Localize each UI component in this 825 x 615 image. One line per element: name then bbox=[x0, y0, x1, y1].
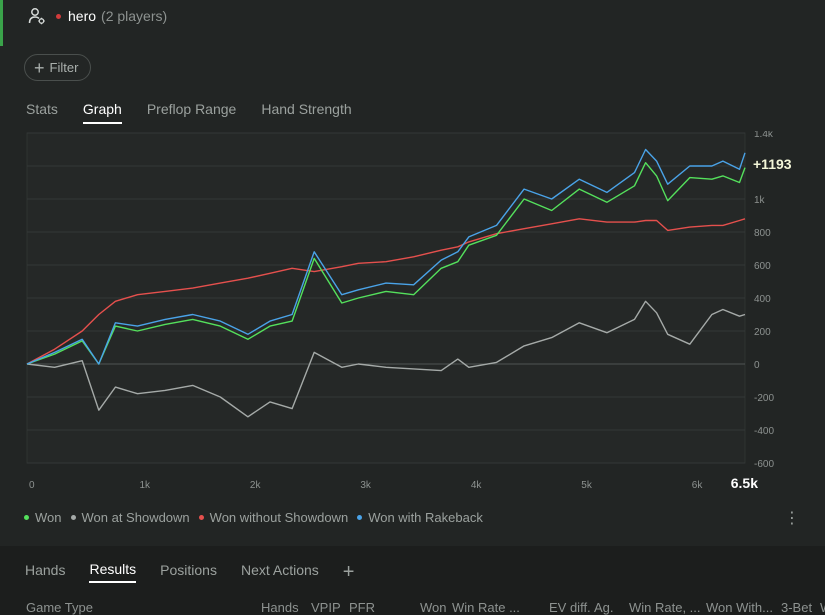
legend-swatch-won-with-rakeback bbox=[357, 515, 363, 520]
x-tick-label: 4k bbox=[471, 480, 483, 491]
session-header: hero (2 players) bbox=[28, 6, 167, 26]
filter-label: Filter bbox=[49, 60, 79, 75]
results-graph-svg: 1.4k 1k 800 600 400 200 0 -200 -400 -600 0 1k 2k 3k 4k… bbox=[26, 129, 792, 491]
tab-hand-strength[interactable]: Hand Strength bbox=[261, 101, 351, 124]
players-count: (2 players) bbox=[101, 8, 168, 24]
legend-swatch-won-at-showdown bbox=[70, 515, 76, 520]
legend-swatch-won-without-showdown bbox=[198, 515, 204, 520]
tab-next-actions[interactable]: Next Actions bbox=[241, 562, 319, 582]
tab-graph[interactable]: Graph bbox=[82, 101, 122, 124]
legend-item-won-without-showdown[interactable]: Won without Showdown bbox=[198, 510, 349, 525]
hero-name[interactable]: hero bbox=[68, 8, 96, 24]
column-header-w[interactable]: W bbox=[820, 600, 825, 615]
status-dot bbox=[56, 13, 61, 19]
tab-results[interactable]: Results bbox=[89, 561, 137, 583]
column-header-3-bet[interactable]: 3-Bet bbox=[781, 600, 812, 615]
results-graph[interactable]: 1.4k 1k 800 600 400 200 0 -200 -400 -600 0 1k 2k 3k 4k… bbox=[25, 129, 825, 501]
results-tabs: Hands Results Positions Next Actions + bbox=[25, 561, 354, 583]
y-tick-label: -200 bbox=[754, 393, 774, 404]
legend-label-won-without-showdown: Won without Showdown bbox=[209, 510, 349, 525]
table-header-row: Game Type Hands VPIP PFR Won Win Rate ..… bbox=[0, 600, 825, 615]
active-accent-bar bbox=[0, 0, 3, 46]
legend-item-won-with-rakeback[interactable]: Won with Rakeback bbox=[357, 510, 483, 525]
y-tick-label: 1.4k bbox=[754, 131, 774, 140]
y-tick-label: 0 bbox=[754, 360, 760, 371]
filter-button[interactable]: + Filter bbox=[24, 54, 92, 81]
column-header-win-rate-2[interactable]: Win Rate, ... bbox=[629, 600, 701, 615]
current-value-label: +1193 bbox=[753, 156, 792, 172]
y-tick-label: 800 bbox=[754, 228, 771, 239]
x-tick-label: 6k bbox=[692, 480, 704, 491]
plus-icon: + bbox=[34, 57, 45, 78]
column-header-win-rate[interactable]: Win Rate ... bbox=[452, 600, 520, 615]
report-tabs: Stats Graph Preflop Range Hand Strength bbox=[26, 101, 377, 124]
y-tick-label: -400 bbox=[754, 426, 774, 437]
tab-stats[interactable]: Stats bbox=[26, 101, 58, 124]
tab-hands[interactable]: Hands bbox=[25, 562, 65, 582]
x-tick-label: 3k bbox=[360, 480, 372, 491]
legend-label-won-at-showdown: Won at Showdown bbox=[81, 510, 190, 525]
legend-swatch-won bbox=[24, 515, 29, 520]
y-tick-label: -600 bbox=[754, 459, 774, 470]
legend-item-won[interactable]: Won bbox=[24, 510, 62, 525]
y-tick-label: 200 bbox=[754, 327, 771, 338]
column-header-ev-diff[interactable]: EV diff. bbox=[549, 600, 591, 615]
column-header-won-with[interactable]: Won With... bbox=[706, 600, 773, 615]
user-settings-icon[interactable] bbox=[28, 7, 46, 25]
legend-label-won: Won bbox=[35, 510, 62, 525]
column-header-hands[interactable]: Hands bbox=[261, 600, 299, 615]
y-tick-label: 600 bbox=[754, 261, 771, 272]
add-tab-icon[interactable]: + bbox=[343, 562, 355, 582]
x-tick-label: 0 bbox=[29, 480, 35, 491]
x-tick-label: 1k bbox=[139, 480, 151, 491]
y-tick-label: 1k bbox=[754, 195, 766, 206]
x-tick-label: 5k bbox=[581, 480, 593, 491]
tab-positions[interactable]: Positions bbox=[160, 562, 217, 582]
x-tick-label: 2k bbox=[250, 480, 262, 491]
more-options-icon[interactable]: ⋮ bbox=[784, 508, 800, 528]
legend-label-won-with-rakeback: Won with Rakeback bbox=[368, 510, 483, 525]
column-header-won[interactable]: Won bbox=[420, 600, 447, 615]
x-end-label: 6.5k bbox=[731, 475, 758, 491]
column-header-game-type[interactable]: Game Type bbox=[26, 600, 93, 615]
legend-item-won-at-showdown[interactable]: Won at Showdown bbox=[70, 510, 190, 525]
column-header-vpip[interactable]: VPIP bbox=[311, 600, 341, 615]
column-header-ag[interactable]: Ag. bbox=[594, 600, 614, 615]
column-header-pfr[interactable]: PFR bbox=[349, 600, 375, 615]
y-tick-label: 400 bbox=[754, 294, 771, 305]
tab-preflop-range[interactable]: Preflop Range bbox=[147, 101, 237, 124]
graph-legend: Won Won at Showdown Won without Showdown… bbox=[24, 510, 492, 525]
